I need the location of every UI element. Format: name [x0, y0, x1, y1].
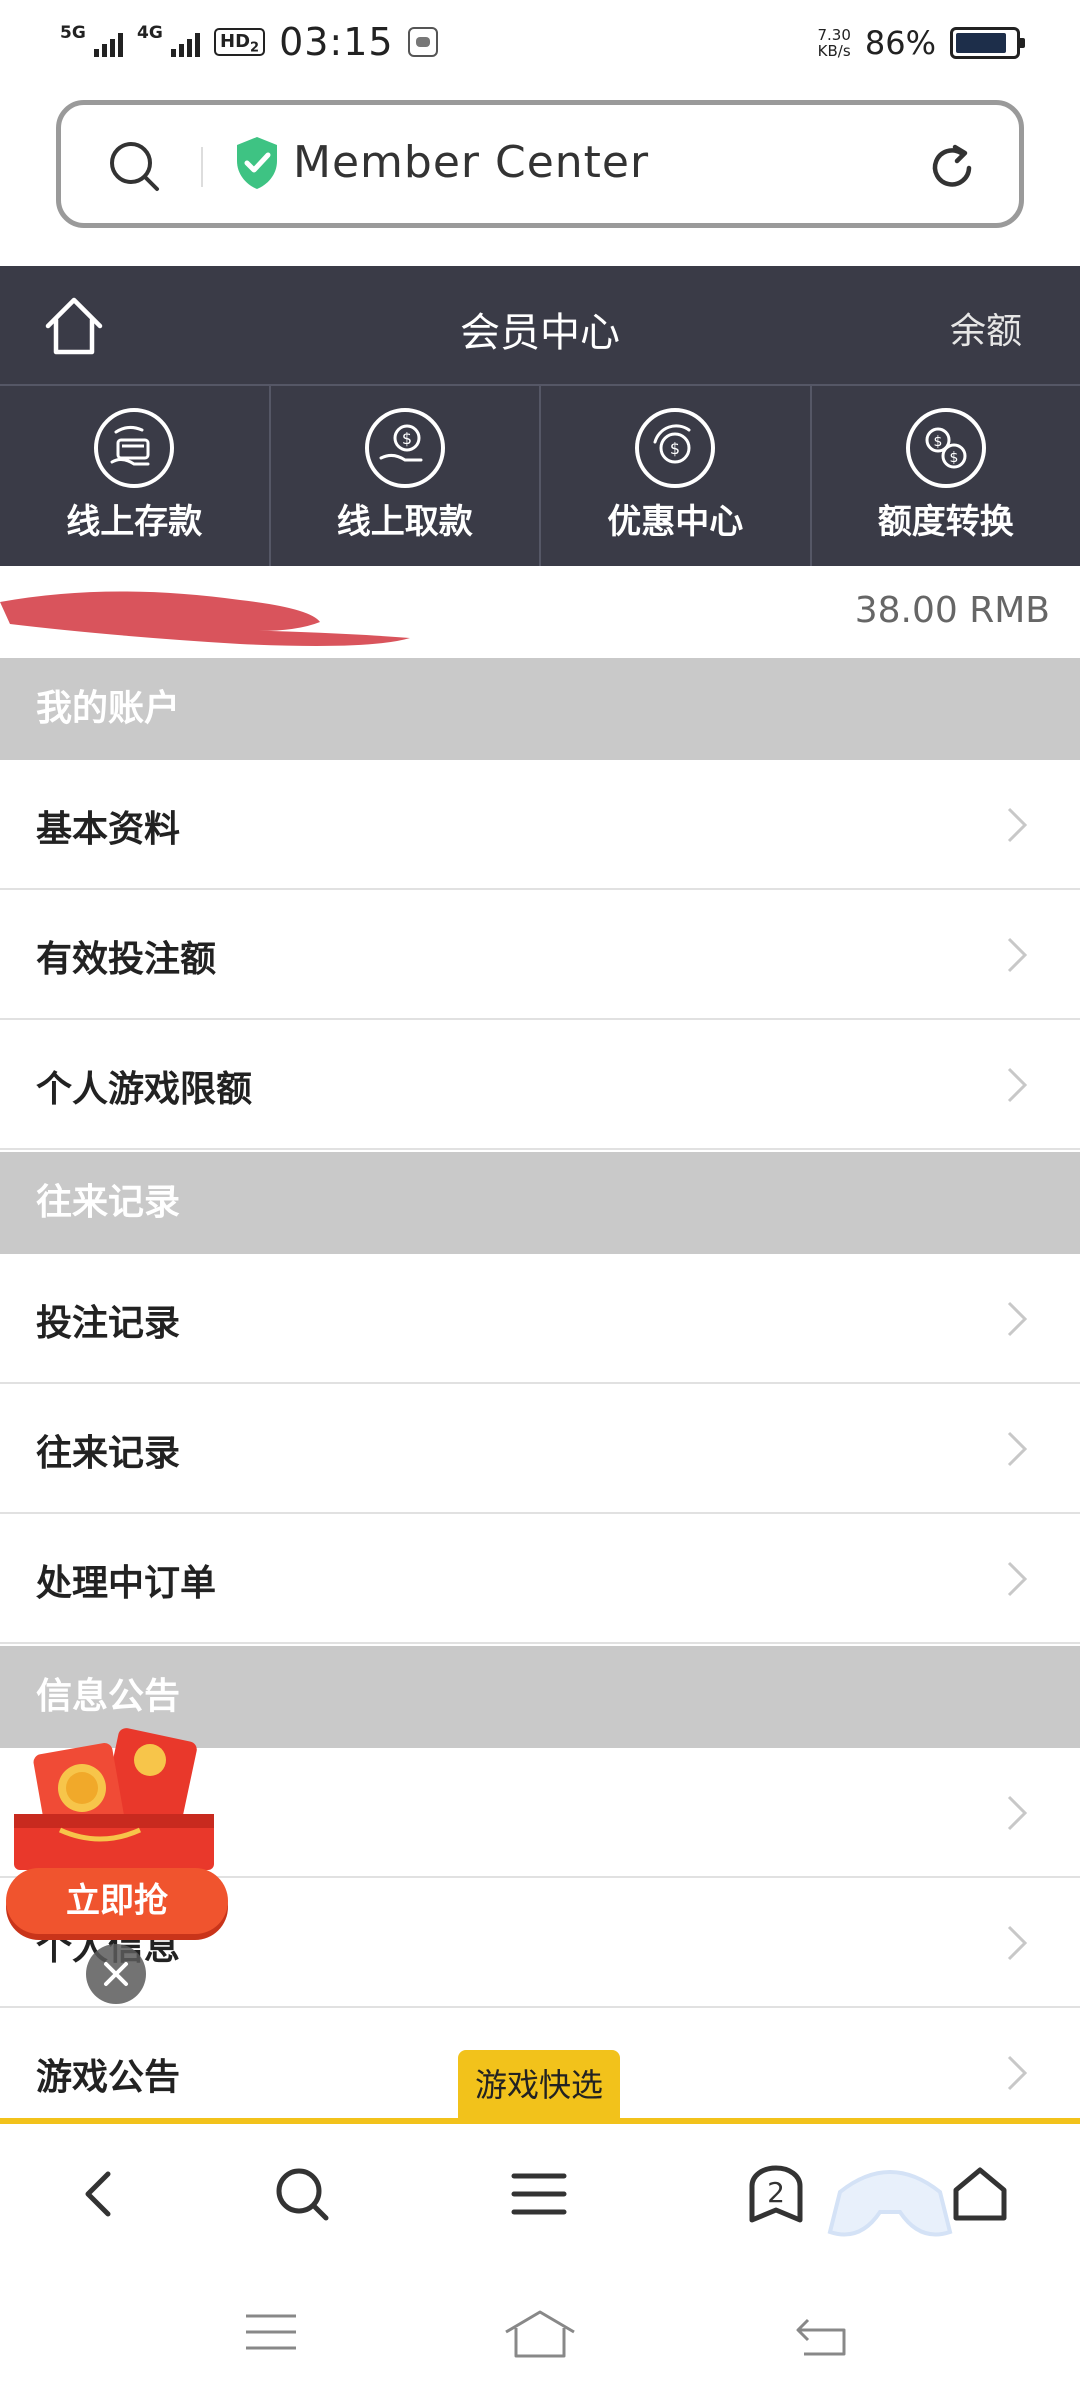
- list-item-game-limits[interactable]: 个人游戏限额: [0, 1020, 1080, 1150]
- svg-text:$: $: [402, 429, 412, 448]
- battery-icon: [950, 27, 1025, 59]
- signal-5g-icon: 5G: [60, 23, 123, 57]
- back-icon[interactable]: [78, 2164, 118, 2228]
- promotion-center-label: 优惠中心: [607, 502, 744, 542]
- menu-icon[interactable]: [510, 2164, 568, 2228]
- hd-sub-label: 2: [250, 40, 260, 56]
- sunglasses-overlay-icon: [827, 2170, 953, 2237]
- address-bar[interactable]: Member Center: [56, 100, 1024, 228]
- promotion-center-button[interactable]: $ 优惠中心: [541, 386, 812, 566]
- list-item-label: 投注记录: [36, 1303, 181, 1344]
- coins-exchange-icon: $ $: [905, 408, 986, 488]
- list-item-label: 个人游戏限额: [36, 1069, 253, 1110]
- network-speed-unit: KB/s: [817, 42, 851, 60]
- status-bar: 5G 4G HD2 03:15 7.30 KB/s 86%: [0, 0, 1080, 86]
- online-withdraw-label: 线上取款: [336, 502, 473, 542]
- search-icon[interactable]: [272, 2164, 332, 2228]
- chevron-right-icon: [1006, 1560, 1028, 1602]
- section-records: 往来记录: [0, 1152, 1080, 1254]
- card-hand-icon: [94, 408, 175, 488]
- online-deposit-button[interactable]: 线上存款: [0, 386, 271, 566]
- list-item-valid-bets[interactable]: 有效投注额: [0, 890, 1080, 1020]
- coin-refresh-icon: $: [635, 408, 716, 488]
- quick-actions: 线上存款 $ 线上取款 $ 优惠中心 $ $ 额度转换: [0, 384, 1080, 566]
- status-time: 03:15: [279, 20, 394, 64]
- network-speed: 7.30 KB/s: [817, 27, 850, 59]
- game-quick-select-tab[interactable]: 游戏快选: [458, 2050, 620, 2120]
- list-item-label: 基本资料: [36, 809, 181, 850]
- list-item-label: 处理中订单: [36, 1563, 217, 1604]
- signal-5g-label: 5G: [60, 23, 86, 43]
- chevron-right-icon: [1006, 2054, 1028, 2096]
- list-item-transactions[interactable]: 往来记录: [0, 1384, 1080, 1514]
- chevron-right-icon: [1006, 1066, 1028, 1108]
- hd-voice-icon: HD2: [214, 28, 266, 56]
- list-item-label: 往来记录: [36, 1433, 181, 1474]
- reload-icon[interactable]: [925, 141, 979, 199]
- home-nav-icon[interactable]: [504, 2310, 576, 2364]
- signal-4g-icon: 4G: [137, 23, 200, 57]
- balance-amount: 38.00 RMB: [854, 590, 1050, 631]
- chevron-right-icon: [1006, 1924, 1028, 1966]
- balance-row: 38.00 RMB: [0, 566, 1080, 658]
- secure-shield-icon: [233, 135, 281, 195]
- page-title: 会员中心: [460, 310, 620, 356]
- chevron-right-icon: [1006, 936, 1028, 978]
- notification-app-icon: [407, 27, 438, 57]
- redaction-scribble: [0, 591, 410, 646]
- list-item-label: 游戏公告: [36, 2057, 181, 2098]
- address-text[interactable]: Member Center: [293, 137, 649, 188]
- section-my-account: 我的账户: [0, 658, 1080, 760]
- battery-fill: [956, 33, 1006, 53]
- svg-text:$: $: [933, 434, 942, 450]
- red-envelope-promo[interactable]: 立即抢: [0, 1718, 236, 1948]
- address-divider: [201, 147, 203, 187]
- svg-text:$: $: [670, 439, 680, 458]
- battery-percent: 86%: [864, 24, 936, 62]
- hd-label: HD: [220, 31, 251, 52]
- coin-hand-icon: $: [364, 408, 445, 488]
- tabs-icon[interactable]: 2: [746, 2164, 806, 2230]
- home-icon[interactable]: [950, 2164, 1010, 2228]
- red-envelope-icon: [14, 1728, 214, 1870]
- list-item-basic-info[interactable]: 基本资料: [0, 760, 1080, 890]
- online-withdraw-button[interactable]: $ 线上取款: [271, 386, 541, 566]
- recents-icon[interactable]: [244, 2310, 298, 2360]
- grab-now-button[interactable]: 立即抢: [6, 1868, 228, 1934]
- chevron-right-icon: [1006, 806, 1028, 848]
- member-header: 会员中心 余额: [0, 266, 1080, 384]
- chevron-right-icon: [1006, 1794, 1028, 1836]
- close-icon[interactable]: [86, 1944, 146, 2004]
- back-nav-icon[interactable]: [794, 2310, 848, 2362]
- list-item-bet-records[interactable]: 投注记录: [0, 1254, 1080, 1384]
- chevron-right-icon: [1006, 1430, 1028, 1472]
- chevron-right-icon: [1006, 1300, 1028, 1342]
- browser-toolbar: 2: [0, 2124, 1080, 2274]
- online-deposit-label: 线上存款: [66, 502, 203, 542]
- tab-count: 2: [767, 2176, 785, 2209]
- credit-transfer-button[interactable]: $ $ 额度转换: [812, 386, 1080, 566]
- signal-4g-label: 4G: [137, 23, 163, 43]
- balance-link[interactable]: 余额: [950, 302, 1022, 354]
- credit-transfer-label: 额度转换: [877, 502, 1014, 542]
- search-icon[interactable]: [107, 139, 163, 199]
- list-item-label: 有效投注额: [36, 939, 217, 980]
- svg-text:$: $: [949, 450, 958, 466]
- system-navigation: [0, 2274, 1080, 2400]
- list-item-pending-orders[interactable]: 处理中订单: [0, 1514, 1080, 1644]
